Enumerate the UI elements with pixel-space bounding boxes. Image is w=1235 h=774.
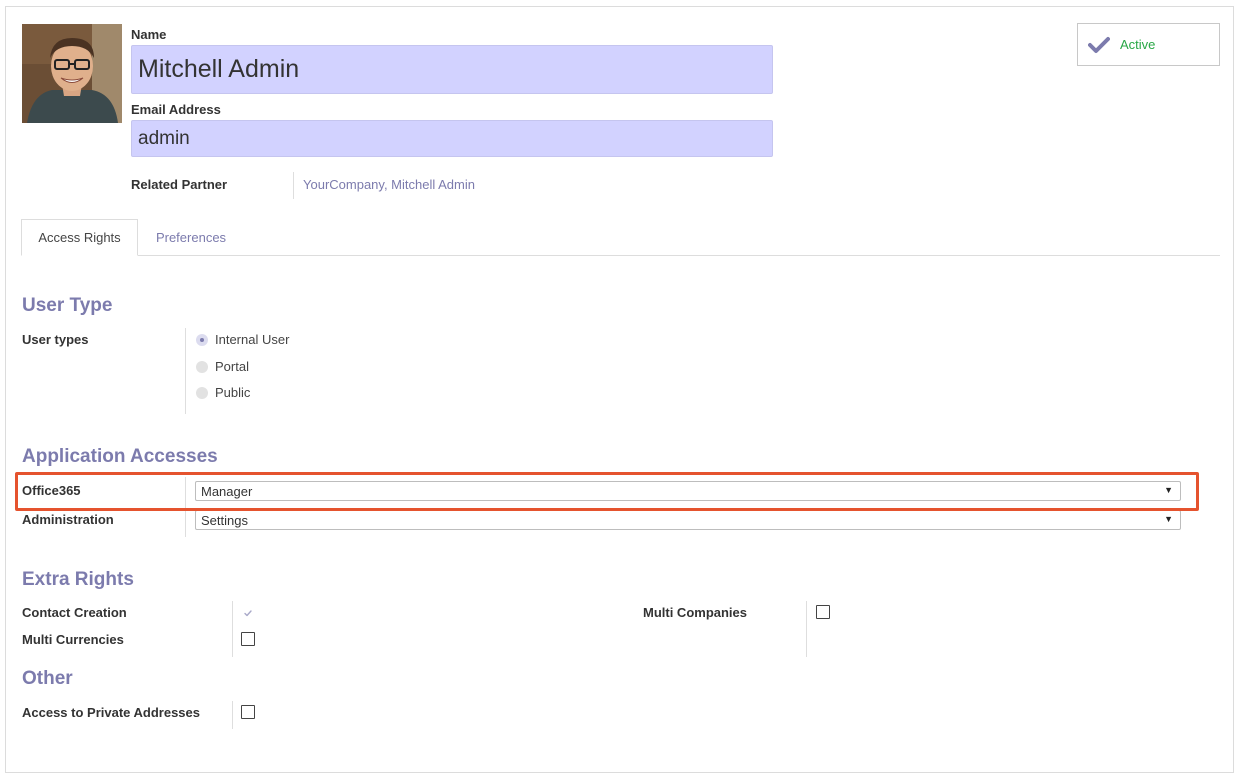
radio-label: Portal [215, 359, 249, 374]
email-label: Email Address [131, 102, 221, 117]
administration-select-value: Settings [201, 512, 248, 528]
user-avatar[interactable] [22, 24, 122, 123]
tab-access-rights[interactable]: Access Rights [21, 219, 138, 256]
name-label: Name [131, 27, 167, 42]
tab-preferences[interactable]: Preferences [141, 219, 241, 256]
radio-selected-icon[interactable] [196, 333, 208, 346]
radio-label: Public [215, 385, 251, 400]
private-addresses-label: Access to Private Addresses [22, 705, 201, 720]
related-partner-separator [293, 172, 294, 199]
extra-rights-left-separator [232, 601, 233, 657]
radio-internal-user[interactable]: Internal User [196, 332, 289, 347]
related-partner-link[interactable]: YourCompany, Mitchell Admin [303, 177, 475, 192]
administration-select[interactable]: Settings ▼ [195, 510, 1181, 530]
avatar-photo-icon [22, 24, 122, 123]
radio-portal[interactable]: Portal [196, 359, 249, 374]
section-title-user-type: User Type [22, 295, 113, 316]
section-title-application-accesses: Application Accesses [22, 446, 218, 467]
multi-currencies-label: Multi Currencies [22, 632, 124, 647]
private-addresses-checkbox[interactable] [241, 705, 255, 719]
multi-companies-label: Multi Companies [643, 605, 748, 620]
user-types-separator [185, 328, 186, 414]
radio-unselected-icon[interactable] [196, 360, 208, 373]
related-partner-label: Related Partner [131, 177, 228, 192]
user-form-sheet: Name Mitchell Admin Email Address admin … [5, 6, 1234, 773]
active-label: Active [1120, 37, 1156, 52]
radio-public[interactable]: Public [196, 385, 250, 400]
section-title-extra-rights: Extra Rights [22, 569, 134, 590]
office365-highlight-box [15, 472, 1199, 511]
active-toggle-button[interactable]: Active [1077, 23, 1220, 66]
name-input[interactable]: Mitchell Admin [131, 45, 773, 94]
checkmark-icon [1088, 36, 1110, 53]
other-separator [232, 701, 233, 729]
caret-down-icon: ▼ [1164, 514, 1173, 524]
multi-companies-checkbox[interactable] [816, 605, 830, 619]
user-types-label: User types [22, 332, 89, 347]
radio-unselected-icon[interactable] [196, 386, 208, 399]
extra-rights-right-separator [806, 601, 807, 657]
section-title-other: Other [22, 668, 73, 689]
email-input[interactable]: admin [131, 120, 773, 157]
administration-label: Administration [22, 512, 114, 527]
radio-label: Internal User [215, 332, 290, 347]
multi-currencies-checkbox[interactable] [241, 632, 255, 646]
contact-creation-checkbox[interactable] [241, 606, 255, 620]
check-icon [244, 610, 252, 617]
contact-creation-label: Contact Creation [22, 605, 127, 620]
